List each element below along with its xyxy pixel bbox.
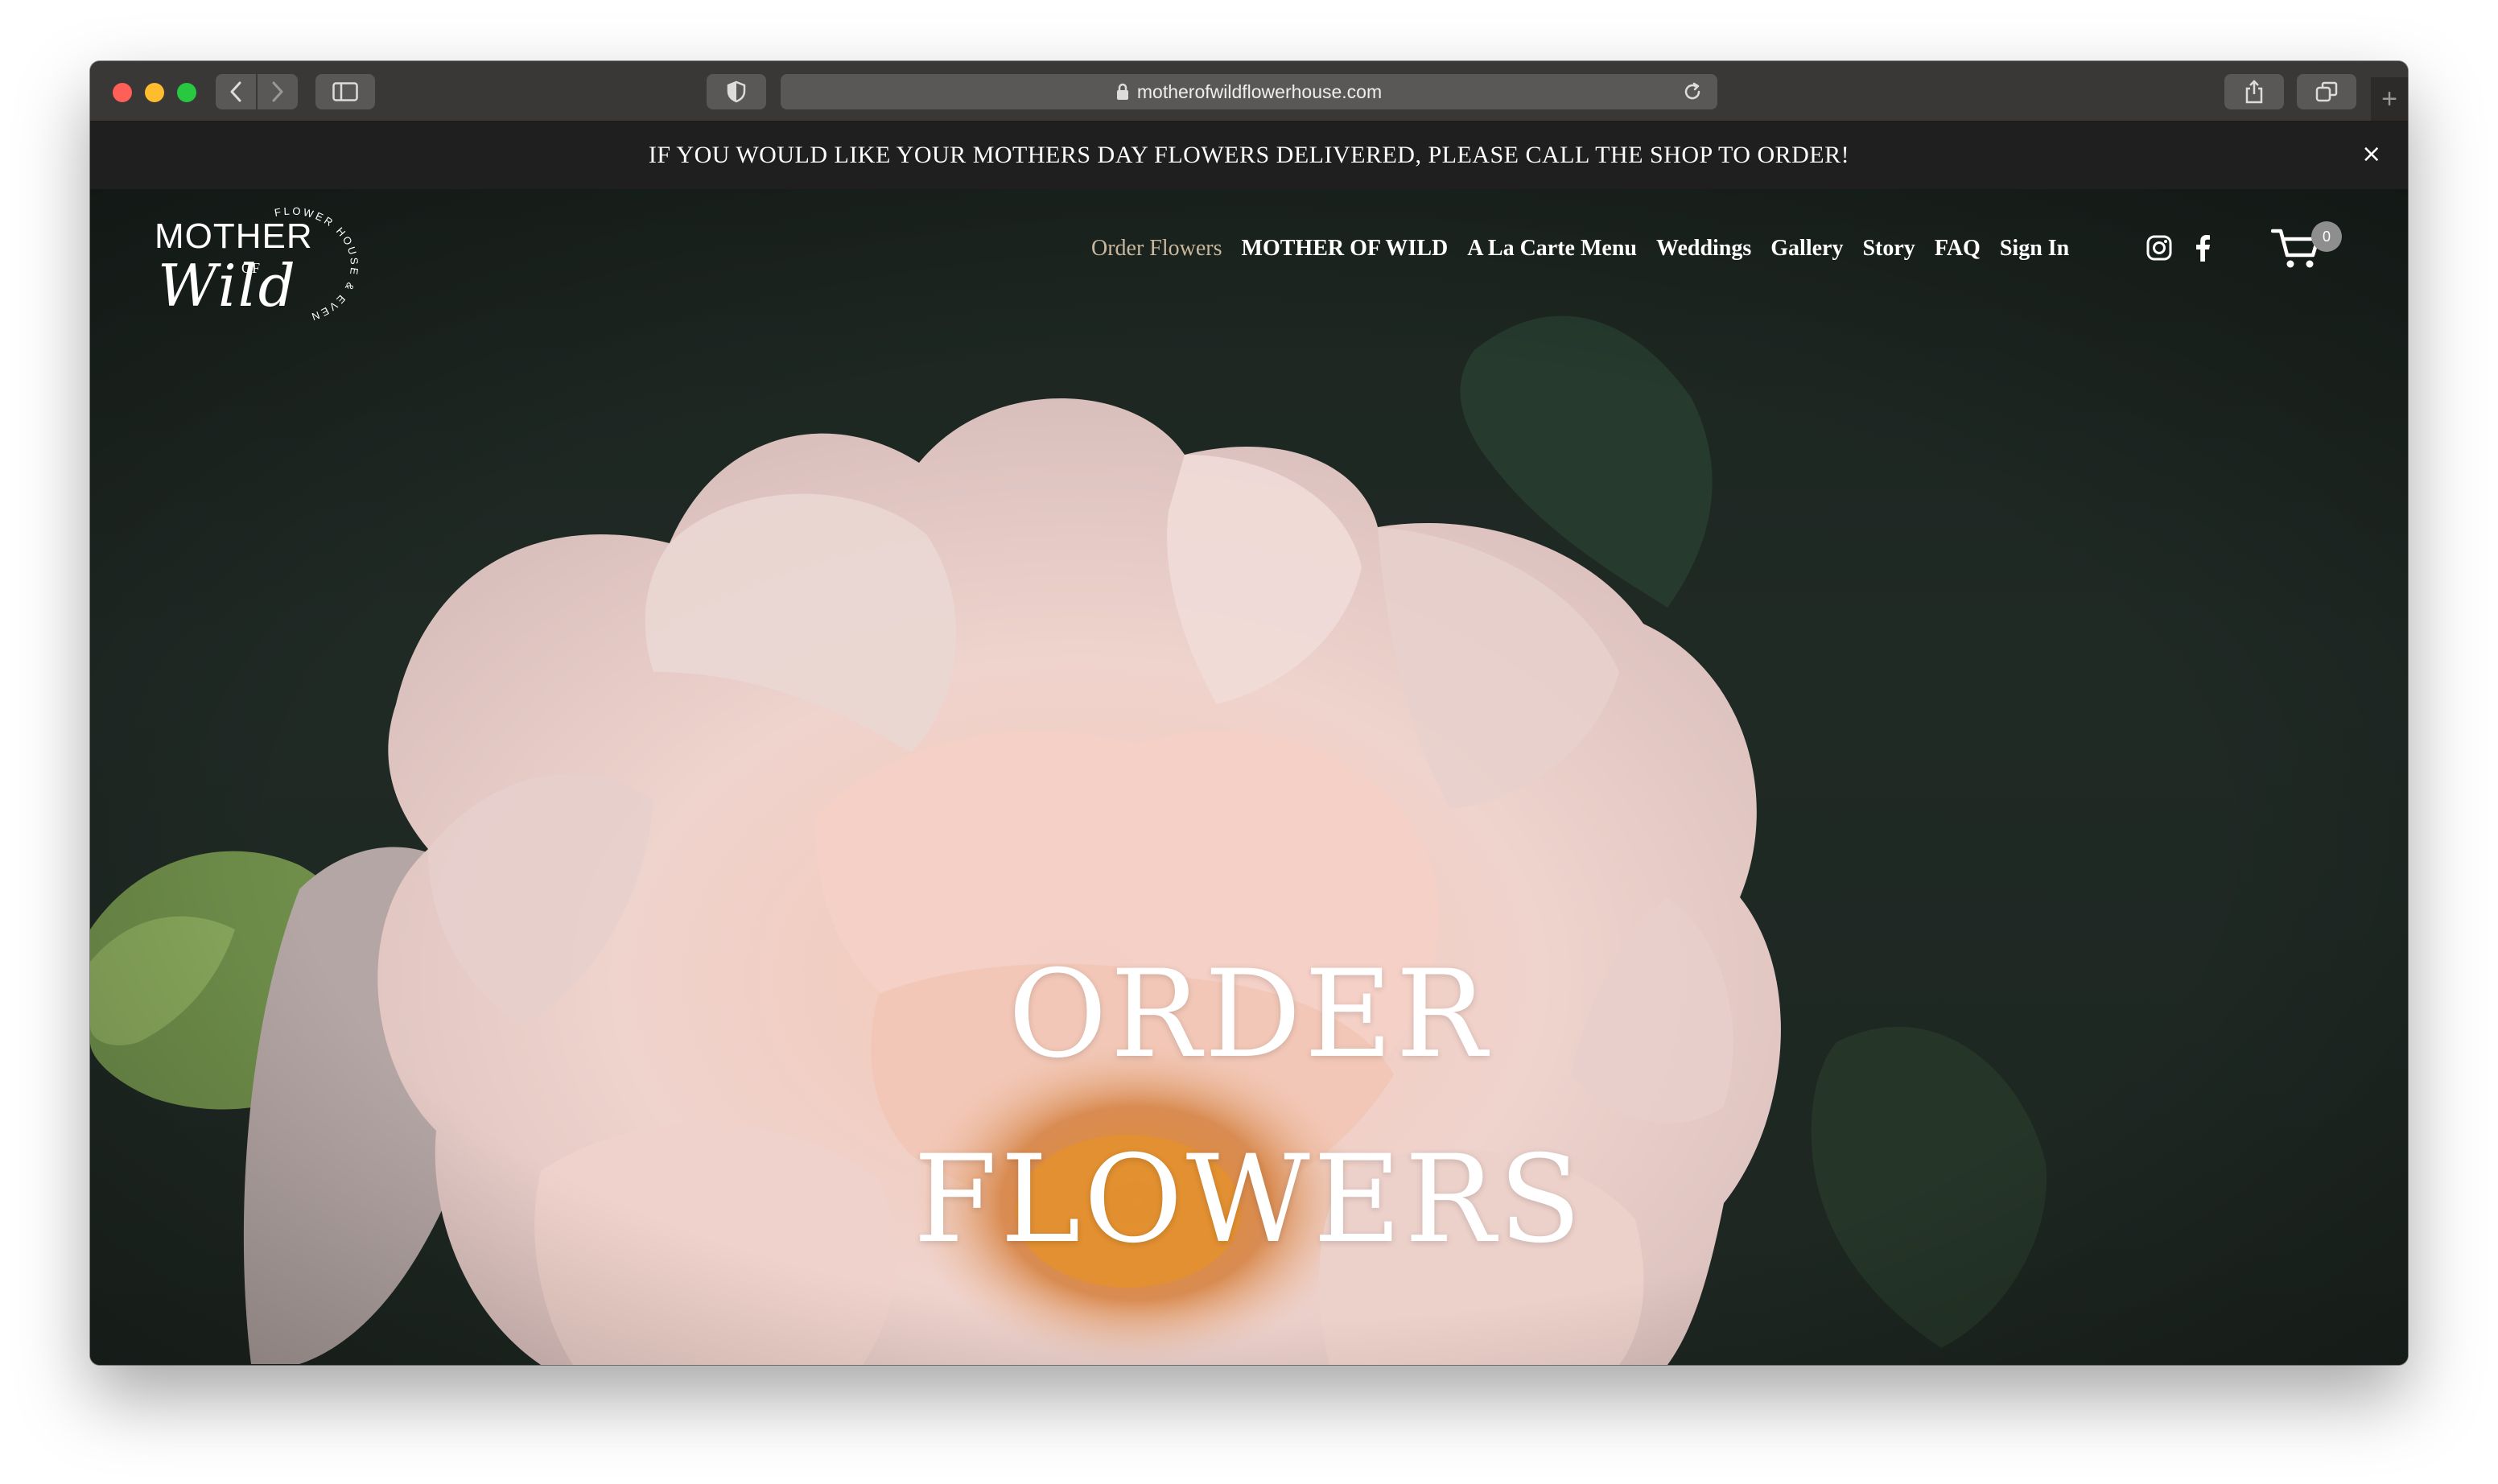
forward-button[interactable] — [258, 74, 298, 109]
nav-order-flowers[interactable]: Order Flowers — [1091, 236, 1222, 262]
logo-text-wild: Wild — [158, 252, 297, 319]
hero-section: FLOWER HOUSE & EVENT CO. MOTHER OF Wild … — [90, 189, 2408, 1365]
main-navigation: Order Flowers MOTHER OF WILD A La Carte … — [1091, 236, 2069, 262]
close-icon[interactable]: × — [2360, 142, 2384, 167]
maximize-window-button[interactable] — [177, 83, 196, 102]
url-text: motherofwildflowerhouse.com — [1136, 80, 1383, 102]
share-button[interactable] — [2224, 74, 2284, 109]
site-logo[interactable]: FLOWER HOUSE & EVENT CO. MOTHER OF Wild — [155, 202, 364, 323]
instagram-icon[interactable] — [2146, 234, 2173, 266]
announcement-text: IF YOU WOULD LIKE YOUR MOTHERS DAY FLOWE… — [648, 142, 1850, 168]
new-tab-button[interactable]: + — [2371, 77, 2408, 121]
browser-toolbar: motherofwildflowerhouse.com + — [90, 61, 2408, 122]
shield-icon — [727, 80, 746, 103]
tabs-icon — [2315, 81, 2338, 102]
share-icon — [2245, 80, 2263, 104]
nav-weddings[interactable]: Weddings — [1656, 236, 1751, 262]
cart-count-badge: 0 — [2311, 221, 2342, 252]
chevron-right-icon — [272, 81, 283, 102]
tab-overview-button[interactable] — [2297, 74, 2356, 109]
hero-title-line-1: ORDER — [1008, 944, 1490, 1085]
chevron-left-icon — [230, 81, 241, 102]
facebook-icon[interactable] — [2194, 234, 2212, 266]
sidebar-toggle-button[interactable] — [315, 74, 375, 109]
back-button[interactable] — [216, 74, 256, 109]
nav-gallery[interactable]: Gallery — [1770, 236, 1843, 262]
browser-window: motherofwildflowerhouse.com + IF YOU WOU… — [90, 61, 2408, 1365]
nav-mother-of-wild[interactable]: MOTHER OF WILD — [1242, 236, 1449, 262]
hero-title-line-2: FLOWERS — [913, 1129, 1585, 1270]
announcement-bar: IF YOU WOULD LIKE YOUR MOTHERS DAY FLOWE… — [90, 122, 2408, 189]
nav-sign-in[interactable]: Sign In — [2000, 236, 2069, 262]
lock-icon — [1116, 83, 1129, 101]
logo-text-mother: MOTHER — [155, 216, 313, 256]
sidebar-icon — [332, 82, 358, 101]
reload-icon[interactable] — [1682, 81, 1703, 107]
nav-faq[interactable]: FAQ — [1935, 236, 1981, 262]
minimize-window-button[interactable] — [145, 83, 164, 102]
nav-story[interactable]: Story — [1862, 236, 1915, 262]
hero-title: ORDER FLOWERS — [90, 922, 2408, 1292]
address-bar[interactable]: motherofwildflowerhouse.com — [781, 74, 1717, 109]
close-window-button[interactable] — [113, 83, 132, 102]
nav-a-la-carte-menu[interactable]: A La Carte Menu — [1467, 236, 1637, 262]
privacy-report-button[interactable] — [707, 74, 766, 109]
